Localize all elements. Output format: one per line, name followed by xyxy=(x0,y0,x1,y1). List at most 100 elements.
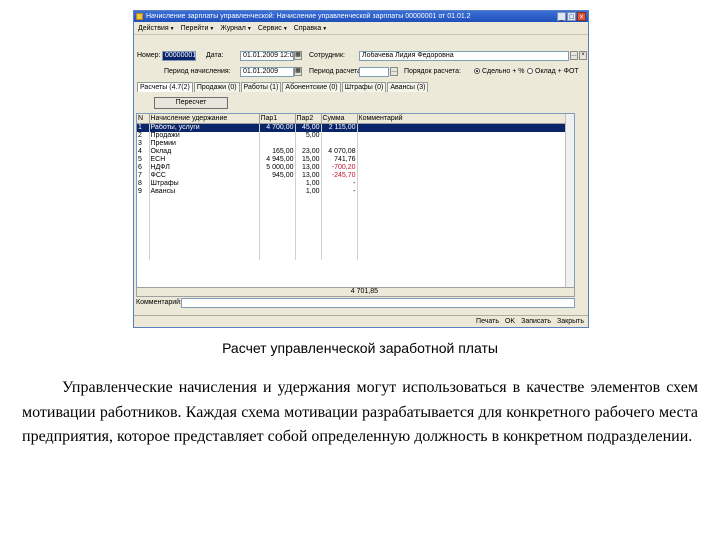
close-button[interactable]: × xyxy=(577,12,586,21)
cell-sum[interactable]: 2 115,00 xyxy=(321,123,358,132)
period-field[interactable]: 01.01.2009 xyxy=(240,67,294,77)
cell-param2[interactable]: 1,00 xyxy=(295,188,322,196)
close-window-button[interactable]: Закрыть xyxy=(557,318,584,325)
cell-accrual-name[interactable]: Оклад xyxy=(149,148,260,156)
date-picker-button[interactable]: ▦ xyxy=(294,51,302,60)
cell-accrual-name[interactable]: Авансы xyxy=(149,188,260,196)
cell-param1[interactable]: 4 945,00 xyxy=(259,156,296,164)
calc-period-select-button[interactable]: … xyxy=(390,67,398,76)
cell-param1[interactable]: 165,00 xyxy=(259,148,296,156)
col-header-sum[interactable]: Сумма xyxy=(321,114,358,124)
cell-param1[interactable]: 945,00 xyxy=(259,172,296,180)
table-row[interactable]: 5 ЕСН 4 945,00 15,00 741,76 xyxy=(137,156,574,164)
recalculate-button[interactable]: Пересчет xyxy=(154,97,228,109)
menu-actions[interactable]: Действия▼ xyxy=(138,25,175,32)
col-header-param2[interactable]: Пар2 xyxy=(295,114,322,124)
cell-number[interactable]: 7 xyxy=(137,172,150,180)
cell-accrual-name[interactable]: Продажи xyxy=(149,132,260,140)
cell-comment[interactable] xyxy=(357,180,574,188)
cell-sum[interactable] xyxy=(321,132,358,140)
tab-works[interactable]: Работы (1) xyxy=(240,82,282,92)
cell-sum[interactable] xyxy=(321,140,358,148)
cell-accrual-name[interactable]: Штрафы xyxy=(149,180,260,188)
save-button[interactable]: Записать xyxy=(521,318,551,325)
cell-param1[interactable]: 4 700,00 xyxy=(259,123,296,132)
cell-comment[interactable] xyxy=(357,172,574,180)
ok-button[interactable]: OK xyxy=(505,318,515,325)
col-header-param1[interactable]: Пар1 xyxy=(259,114,296,124)
cell-param1[interactable] xyxy=(259,140,296,148)
cell-param2[interactable]: 13,00 xyxy=(295,172,322,180)
table-row[interactable]: 7 ФСС 945,00 13,00 -245,70 xyxy=(137,172,574,180)
cell-accrual-name[interactable]: ФСС xyxy=(149,172,260,180)
cell-param1[interactable] xyxy=(259,188,296,196)
cell-param2[interactable]: 45,00 xyxy=(295,123,322,132)
menu-journal[interactable]: Журнал▼ xyxy=(220,25,252,32)
cell-param1[interactable]: 5 000,00 xyxy=(259,164,296,172)
table-row[interactable]: 6 НДФЛ 5 000,00 13,00 -700,20 xyxy=(137,164,574,172)
menu-help[interactable]: Справка▼ xyxy=(294,25,327,32)
cell-comment[interactable] xyxy=(357,156,574,164)
cell-param2[interactable]: 1,00 xyxy=(295,180,322,188)
maximize-button[interactable]: □ xyxy=(567,12,576,21)
cell-number[interactable]: 9 xyxy=(137,188,150,196)
menu-go[interactable]: Перейти▼ xyxy=(181,25,215,32)
table-row[interactable]: 9 Авансы 1,00- xyxy=(137,188,574,196)
tab-sales[interactable]: Продажи (0) xyxy=(193,82,240,92)
comment-field[interactable] xyxy=(181,298,575,308)
cell-accrual-name[interactable]: Работы, услуги xyxy=(149,123,260,132)
cell-sum[interactable]: 741,76 xyxy=(321,156,358,164)
menu-service[interactable]: Сервис▼ xyxy=(258,25,288,32)
cell-comment[interactable] xyxy=(357,132,574,140)
table-row[interactable]: 8 Штрафы 1,00- xyxy=(137,180,574,188)
number-field[interactable]: 00000001 xyxy=(162,51,196,61)
payment-option-salary[interactable]: Оклад + ФОТ xyxy=(527,68,579,75)
cell-comment[interactable] xyxy=(357,164,574,172)
cell-param2[interactable]: 15,00 xyxy=(295,156,322,164)
date-field[interactable]: 01.01.2009 12:00:00 xyxy=(240,51,294,61)
col-header-accrual[interactable]: Начисление удержание xyxy=(149,114,260,124)
cell-sum[interactable]: - xyxy=(321,180,358,188)
tab-subscriptions[interactable]: Абонентские (0) xyxy=(282,82,341,92)
cell-param2[interactable]: 13,00 xyxy=(295,164,322,172)
cell-number[interactable]: 6 xyxy=(137,164,150,172)
table-row[interactable]: 1 Работы, услуги 4 700,00 45,00 2 115,00 xyxy=(137,123,574,132)
cell-number[interactable]: 1 xyxy=(137,123,150,132)
table-row[interactable]: 4 Оклад 165,00 23,00 4 070,08 xyxy=(137,148,574,156)
table-row[interactable]: 3 Премии xyxy=(137,140,574,148)
payment-option-piecework[interactable]: Сдельно + % xyxy=(474,68,525,75)
tab-penalties[interactable]: Штрафы (0) xyxy=(341,82,387,92)
cell-param2[interactable] xyxy=(295,140,322,148)
cell-sum[interactable]: - xyxy=(321,188,358,196)
cell-number[interactable]: 8 xyxy=(137,180,150,188)
employee-field[interactable]: Лобачева Лидия Федоровна xyxy=(359,51,569,61)
tab-advances[interactable]: Авансы (3) xyxy=(387,82,429,92)
minimize-button[interactable]: _ xyxy=(557,12,566,21)
cell-sum[interactable]: 4 070,08 xyxy=(321,148,358,156)
cell-param1[interactable] xyxy=(259,180,296,188)
cell-param2[interactable]: 23,00 xyxy=(295,148,322,156)
cell-number[interactable]: 4 xyxy=(137,148,150,156)
cell-accrual-name[interactable]: ЕСН xyxy=(149,156,260,164)
cell-number[interactable]: 2 xyxy=(137,132,150,140)
cell-sum[interactable]: -245,70 xyxy=(321,172,358,180)
cell-sum[interactable]: -700,20 xyxy=(321,164,358,172)
cell-comment[interactable] xyxy=(357,188,574,196)
cell-comment[interactable] xyxy=(357,123,574,132)
calc-period-field[interactable] xyxy=(359,67,389,77)
cell-param2[interactable]: 5,00 xyxy=(295,132,322,140)
cell-accrual-name[interactable]: НДФЛ xyxy=(149,164,260,172)
cell-accrual-name[interactable]: Премии xyxy=(149,140,260,148)
employee-select-button[interactable]: … xyxy=(570,51,578,60)
employee-clear-button[interactable]: × xyxy=(579,51,587,60)
cell-comment[interactable] xyxy=(357,140,574,148)
tab-calculations[interactable]: Расчеты (4.7(2) xyxy=(137,82,193,92)
col-header-comment[interactable]: Комментарий xyxy=(357,114,574,124)
period-picker-button[interactable]: ▦ xyxy=(294,67,302,76)
table-row[interactable]: 2 Продажи 5,00 xyxy=(137,132,574,140)
cell-number[interactable]: 3 xyxy=(137,140,150,148)
print-button[interactable]: Печать xyxy=(476,318,499,325)
cell-param1[interactable] xyxy=(259,132,296,140)
cell-number[interactable]: 5 xyxy=(137,156,150,164)
cell-comment[interactable] xyxy=(357,148,574,156)
